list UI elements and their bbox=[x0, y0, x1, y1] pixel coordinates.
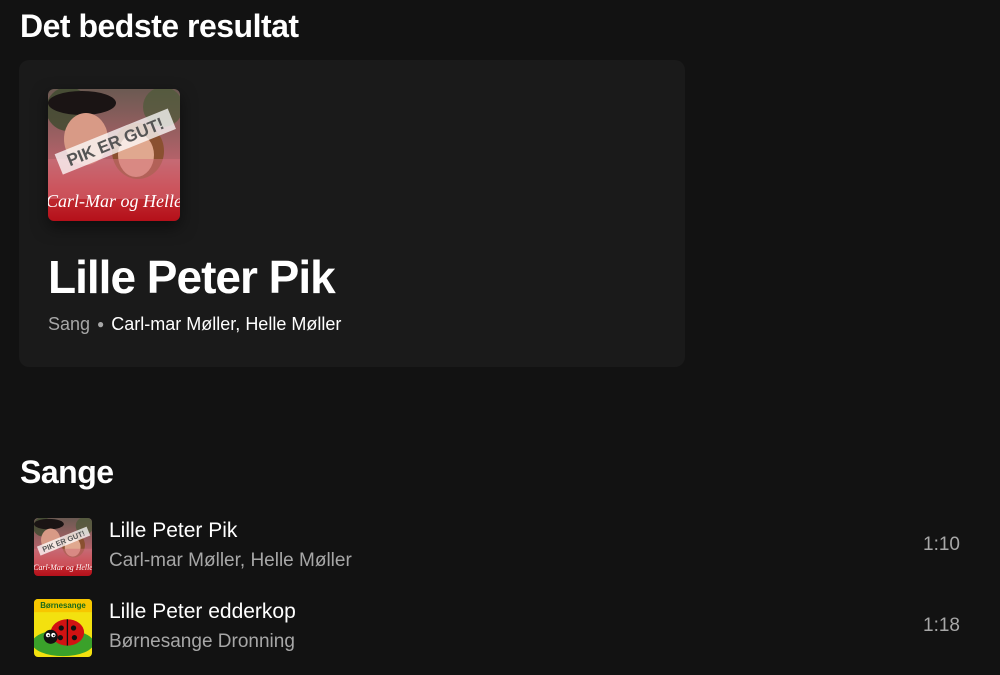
artist-link[interactable]: Helle Møller bbox=[245, 314, 341, 334]
artist-link[interactable]: Carl-mar Møller bbox=[111, 314, 235, 334]
track-row[interactable]: Børnesange Lille Peter edderkop Børnesan… bbox=[20, 593, 980, 665]
top-result-type: Sang bbox=[48, 314, 91, 334]
track-artist[interactable]: Børnesange Dronning bbox=[109, 631, 295, 653]
top-result-meta: Sang ● Carl-mar Møller, Helle Møller bbox=[48, 314, 341, 335]
album-cover-icon: PIK ER GUT! Carl-Mar og Helle bbox=[48, 89, 180, 221]
svg-text:Børnesange: Børnesange bbox=[40, 601, 86, 610]
svg-text:Carl-Mar og Helle: Carl-Mar og Helle bbox=[48, 191, 180, 211]
track-title[interactable]: Lille Peter Pik bbox=[109, 519, 237, 543]
bullet-separator: ● bbox=[97, 317, 105, 331]
track-duration: 1:10 bbox=[923, 534, 960, 555]
track-title[interactable]: Lille Peter edderkop bbox=[109, 600, 296, 624]
svg-text:Carl-Mar og Helle: Carl-Mar og Helle bbox=[34, 563, 92, 572]
top-result-title[interactable]: Lille Peter Pik bbox=[48, 250, 336, 304]
ladybug-album-cover-icon: Børnesange bbox=[34, 599, 92, 657]
artist-separator: , bbox=[235, 314, 246, 334]
top-result-heading: Det bedste resultat bbox=[20, 8, 299, 44]
top-result-card[interactable]: PIK ER GUT! Carl-Mar og Helle Lille Pete… bbox=[19, 60, 685, 367]
track-artist[interactable]: Carl-mar Møller, Helle Møller bbox=[109, 550, 352, 572]
songs-heading: Sange bbox=[20, 454, 114, 490]
album-cover-icon: PIK ER GUT! Carl-Mar og Helle bbox=[34, 518, 92, 576]
track-row[interactable]: PIK ER GUT! Carl-Mar og Helle Lille Pete… bbox=[20, 512, 980, 584]
search-results-page: Det bedste resultat PIK ER GUT! Carl-Mar… bbox=[0, 0, 1000, 675]
track-duration: 1:18 bbox=[923, 615, 960, 636]
